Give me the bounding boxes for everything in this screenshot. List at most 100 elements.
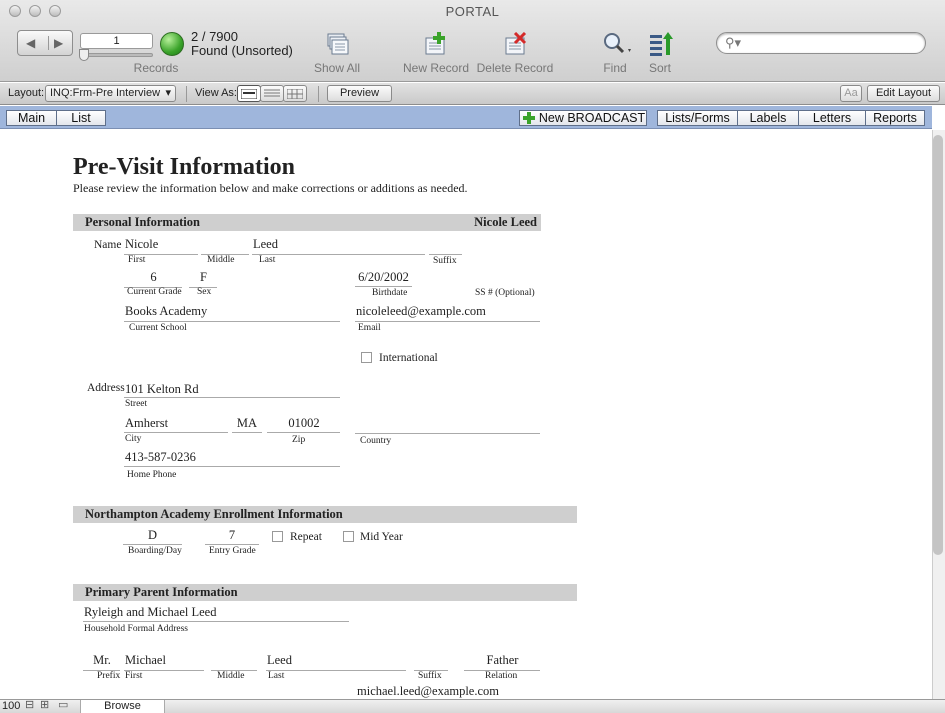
email-field[interactable]: nicoleleed@example.com — [356, 304, 540, 319]
first-caption: First — [128, 255, 146, 265]
entry-grade-field[interactable]: 7 — [206, 528, 258, 543]
repeat-label: Repeat — [290, 531, 322, 543]
first-name-field[interactable]: Nicole — [125, 237, 198, 252]
delete-record-button[interactable]: Delete Record — [475, 61, 555, 75]
international-checkbox[interactable] — [361, 352, 372, 363]
birthdate-underline — [355, 286, 412, 287]
country-caption: Country — [360, 436, 392, 446]
status-toolbar-icon[interactable]: ▭ — [58, 699, 68, 712]
city-underline — [124, 432, 228, 433]
records-label: Records — [133, 61, 179, 75]
zip-field[interactable]: 01002 — [268, 416, 340, 431]
street-field[interactable]: 101 Kelton Rd — [125, 382, 339, 397]
new-broadcast-button[interactable]: New BROADCAST — [519, 110, 647, 126]
mid-year-checkbox[interactable] — [343, 531, 354, 542]
record-number-input[interactable]: 1 — [80, 33, 153, 49]
delete-record-icon[interactable] — [503, 32, 529, 56]
international-label: International — [379, 352, 438, 364]
find-icon[interactable] — [602, 31, 634, 57]
new-record-icon[interactable] — [423, 32, 449, 56]
record-book-button[interactable]: ◀ ▶ — [17, 30, 73, 56]
find-button[interactable]: Find — [598, 61, 632, 75]
home-phone-field[interactable]: 413-587-0236 — [125, 450, 339, 465]
last-name-field[interactable]: Leed — [253, 237, 425, 252]
parent-relation-field[interactable]: Father — [465, 653, 540, 668]
country-underline — [355, 433, 540, 434]
birthdate-caption: Birthdate — [372, 288, 408, 298]
new-record-button[interactable]: New Record — [401, 61, 471, 75]
current-grade-field[interactable]: 6 — [125, 270, 182, 285]
street-underline — [124, 397, 340, 398]
household-underline — [83, 621, 349, 622]
state-field[interactable]: MA — [233, 416, 261, 431]
name-label: Name — [94, 239, 122, 251]
address-label: Address — [87, 382, 125, 394]
parent-last-underline — [266, 670, 406, 671]
edit-layout-button[interactable]: Edit Layout — [867, 85, 940, 102]
parent-last-field[interactable]: Leed — [267, 653, 405, 668]
scrollbar-thumb[interactable] — [933, 135, 943, 555]
parent-middle-underline — [211, 670, 257, 671]
sex-field[interactable]: F — [190, 270, 217, 285]
enrollment-section-header: Northampton Academy Enrollment Informati… — [73, 506, 577, 523]
current-school-field[interactable]: Books Academy — [125, 304, 339, 319]
slider-thumb[interactable] — [79, 49, 89, 61]
next-record-icon[interactable]: ▶ — [48, 36, 63, 50]
personal-header-name: Nicole Leed — [474, 215, 537, 229]
nav-list-button[interactable]: List — [56, 110, 106, 126]
layout-label: Layout: — [8, 87, 45, 99]
current-grade-caption: Current Grade — [127, 287, 182, 297]
zoom-in-icon[interactable]: ⊞ — [40, 699, 49, 712]
layout-select[interactable]: INQ:Frm-Pre Interview ▾ — [45, 85, 176, 102]
birthdate-field[interactable]: 6/20/2002 — [356, 270, 411, 285]
suffix-caption: Suffix — [433, 256, 457, 266]
window-toolbar: PORTAL ◀ ▶ 1 Records 2 / 7900 Found (Uns… — [0, 0, 945, 82]
quick-find-input[interactable]: ⚲▾ — [716, 32, 926, 54]
sort-icon[interactable] — [648, 31, 676, 57]
parent-email-field[interactable]: michael.leed@example.com — [357, 684, 499, 699]
ss-caption: SS # (Optional) — [475, 288, 535, 298]
sort-button[interactable]: Sort — [644, 61, 676, 75]
found-count: 2 / 7900 — [191, 29, 238, 44]
household-address-field[interactable]: Ryleigh and Michael Leed — [84, 605, 348, 620]
nav-labels-button[interactable]: Labels — [737, 110, 799, 126]
parent-suffix-caption: Suffix — [418, 671, 442, 681]
middle-caption: Middle — [207, 255, 235, 265]
table-view-icon — [286, 88, 304, 100]
mode-selector[interactable]: Browse — [80, 700, 165, 713]
relation-caption: Relation — [485, 671, 518, 681]
parent-prefix-field[interactable]: Mr. — [84, 653, 120, 668]
boarding-day-field[interactable]: D — [124, 528, 181, 543]
repeat-checkbox[interactable] — [272, 531, 283, 542]
nav-letters-button[interactable]: Letters — [798, 110, 866, 126]
parent-middle-caption: Middle — [217, 671, 245, 681]
prefix-caption: Prefix — [97, 671, 121, 681]
found-state: Found (Unsorted) — [191, 43, 293, 58]
nav-reports-button[interactable]: Reports — [865, 110, 925, 126]
show-all-button[interactable]: Show All — [306, 61, 368, 75]
show-all-icon[interactable] — [325, 32, 349, 56]
found-set-pie-icon — [160, 32, 184, 56]
parent-first-field[interactable]: Michael — [125, 653, 203, 668]
form-content: Pre-Visit Information Please review the … — [0, 130, 932, 699]
city-caption: City — [125, 434, 142, 444]
view-as-table-button[interactable] — [283, 85, 307, 102]
view-as-list-button[interactable] — [260, 85, 284, 102]
parent-section-header: Primary Parent Information — [73, 584, 577, 601]
nav-main-button[interactable]: Main — [6, 110, 57, 126]
record-slider[interactable] — [79, 49, 153, 61]
preview-button[interactable]: Preview — [327, 85, 392, 102]
plus-icon — [523, 112, 535, 124]
current-school-caption: Current School — [129, 323, 187, 333]
last-name-underline — [252, 254, 425, 255]
nav-lists-forms-button[interactable]: Lists/Forms — [657, 110, 738, 126]
layout-bar: Layout: INQ:Frm-Pre Interview ▾ View As:… — [0, 83, 945, 105]
zoom-out-icon[interactable]: ⊟ — [25, 699, 34, 712]
view-as-form-button[interactable] — [237, 85, 261, 102]
suffix-underline — [429, 254, 462, 255]
parent-first-caption: First — [125, 671, 143, 681]
text-size-icon[interactable]: Aa — [840, 85, 862, 102]
household-caption: Household Formal Address — [84, 624, 188, 634]
previous-record-icon[interactable]: ◀ — [26, 36, 35, 50]
city-field[interactable]: Amherst — [125, 416, 228, 431]
